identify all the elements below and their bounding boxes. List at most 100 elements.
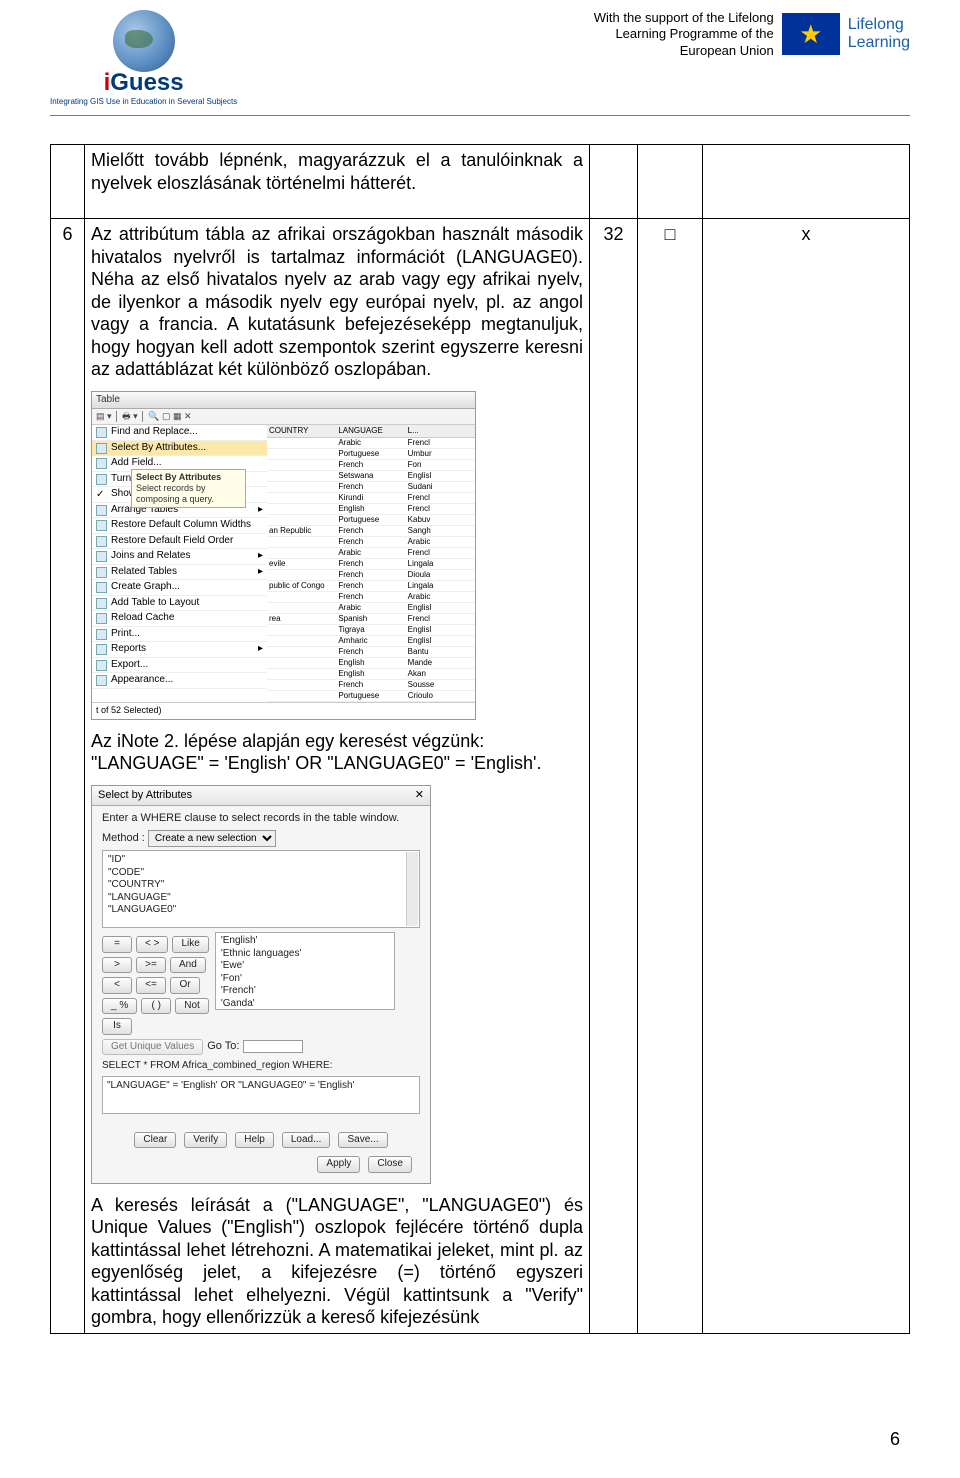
operator-button[interactable]: _ %: [102, 998, 137, 1015]
table-row[interactable]: public of CongoFrenchLingala: [267, 581, 475, 592]
table-row[interactable]: PortugueseCrioulo: [267, 691, 475, 702]
support-line2: Learning Programme of the: [594, 26, 774, 42]
row2-col5: x: [703, 219, 910, 1334]
method-select[interactable]: Create a new selection: [148, 830, 276, 847]
column-header[interactable]: COUNTRY: [267, 425, 336, 437]
logo-rest: uess: [129, 69, 184, 96]
row1-col3: [590, 145, 638, 219]
operator-button[interactable]: ( ): [141, 998, 171, 1015]
table-row[interactable]: FrenchSudani: [267, 482, 475, 493]
field-item[interactable]: "LANGUAGE0": [108, 904, 414, 917]
menu-icon: [96, 505, 107, 516]
menu-find-replace[interactable]: Find and Replace...: [92, 425, 267, 441]
operator-button[interactable]: And: [170, 957, 206, 974]
table-row[interactable]: FrenchArabic: [267, 537, 475, 548]
table-row[interactable]: EnglishAkan: [267, 669, 475, 680]
logo-text: iGuess: [104, 69, 184, 97]
value-item[interactable]: 'English': [221, 935, 389, 948]
operator-button[interactable]: Like: [172, 936, 208, 953]
help-button[interactable]: Help: [235, 1132, 274, 1149]
value-item[interactable]: 'Ewe': [221, 960, 389, 973]
apply-button[interactable]: Apply: [317, 1156, 360, 1173]
table-row[interactable]: TigrayaEnglisl: [267, 625, 475, 636]
menu-icon: [96, 582, 107, 593]
menu-item[interactable]: Restore Default Column Widths: [92, 518, 267, 534]
table-row[interactable]: ArabicEnglisl: [267, 603, 475, 614]
row1-text: Mielőtt tovább lépnénk, magyarázzuk el a…: [91, 149, 583, 194]
verify-button[interactable]: Verify: [184, 1132, 227, 1149]
get-unique-values-button[interactable]: Get Unique Values: [102, 1039, 203, 1056]
table-toolbar: ▤ ▾ │ 🖶 ▾ │ 🔍 ▢ ▦ ✕: [92, 409, 475, 425]
expression-box[interactable]: "LANGUAGE" = 'English' OR "LANGUAGE0" = …: [102, 1076, 420, 1114]
row2-para: Az attribútum tábla az afrikai országokb…: [91, 223, 583, 381]
lifelong1: Lifelong: [848, 16, 910, 34]
menu-item[interactable]: Export...: [92, 658, 267, 674]
table-row[interactable]: EnglishMande: [267, 658, 475, 669]
menu-item[interactable]: Create Graph...: [92, 580, 267, 596]
value-item[interactable]: 'Ganda': [221, 998, 389, 1011]
save--button[interactable]: Save...: [338, 1132, 387, 1149]
table-row[interactable]: FrenchSousse: [267, 680, 475, 691]
menu-item[interactable]: Appearance...: [92, 673, 267, 689]
clear-button[interactable]: Clear: [134, 1132, 176, 1149]
column-header[interactable]: LANGUAGE: [336, 425, 405, 437]
find-icon: [96, 427, 107, 438]
operator-button[interactable]: =: [102, 936, 132, 953]
menu-item[interactable]: Restore Default Field Order: [92, 534, 267, 550]
chevron-right-icon: ▸: [258, 550, 263, 563]
table-row[interactable]: reaSpanishFrencl: [267, 614, 475, 625]
table-row[interactable]: AmharicEnglisl: [267, 636, 475, 647]
table-row[interactable]: SetswanaEnglisl: [267, 471, 475, 482]
menu-select-by-attributes[interactable]: Select By Attributes...: [92, 441, 267, 457]
lifelong2: Learning: [848, 34, 910, 52]
menu-item[interactable]: Print...: [92, 627, 267, 643]
table-row[interactable]: FrenchFon: [267, 460, 475, 471]
operator-button[interactable]: Or: [170, 977, 200, 994]
value-item[interactable]: 'Ethnic languages': [221, 948, 389, 961]
operator-button[interactable]: >=: [136, 957, 166, 974]
operator-button[interactable]: Not: [175, 998, 209, 1015]
close-button[interactable]: Close: [368, 1156, 412, 1173]
operator-button[interactable]: <: [102, 977, 132, 994]
table-row[interactable]: PortugueseKabuv: [267, 515, 475, 526]
load--button[interactable]: Load...: [282, 1132, 331, 1149]
menu-icon: [96, 629, 107, 640]
table-row[interactable]: ArabicFrencl: [267, 548, 475, 559]
menu-icon: ✓: [96, 489, 107, 500]
close-icon[interactable]: ✕: [415, 789, 424, 803]
menu-item[interactable]: Joins and Relates▸: [92, 549, 267, 565]
values-listbox[interactable]: 'English''Ethnic languages''Ewe''Fon''Fr…: [215, 932, 395, 1010]
table-row[interactable]: KirundiFrencl: [267, 493, 475, 504]
table-row[interactable]: PortugueseUmbur: [267, 449, 475, 460]
table-row[interactable]: evileFrenchLingala: [267, 559, 475, 570]
column-header[interactable]: L...: [406, 425, 475, 437]
value-item[interactable]: 'Fon': [221, 973, 389, 986]
fields-listbox[interactable]: "ID""CODE""COUNTRY""LANGUAGE""LANGUAGE0": [102, 850, 420, 928]
field-item[interactable]: "COUNTRY": [108, 879, 414, 892]
menu-item[interactable]: Add Table to Layout: [92, 596, 267, 612]
table-row[interactable]: FrenchArabic: [267, 592, 475, 603]
row2-num: 6: [51, 219, 85, 1334]
goto-input[interactable]: [243, 1040, 303, 1053]
menu-icon: [96, 536, 107, 547]
field-item[interactable]: "ID": [108, 854, 414, 867]
menu-item[interactable]: Reports▸: [92, 642, 267, 658]
field-item[interactable]: "LANGUAGE": [108, 892, 414, 905]
table-row[interactable]: FrenchDioula: [267, 570, 475, 581]
table-row[interactable]: FrenchBantu: [267, 647, 475, 658]
operator-button[interactable]: < >: [136, 936, 168, 953]
table-context-menu: Find and Replace... Select By Attributes…: [92, 425, 267, 702]
is-button[interactable]: Is: [102, 1018, 132, 1035]
menu-item[interactable]: Reload Cache: [92, 611, 267, 627]
table-row[interactable]: ArabicFrencl: [267, 438, 475, 449]
menu-item[interactable]: Related Tables▸: [92, 565, 267, 581]
page-content: Mielőtt tovább lépnénk, magyarázzuk el a…: [0, 116, 960, 1334]
table-row[interactable]: an RepublicFrenchSangh: [267, 526, 475, 537]
table-row[interactable]: EnglishFrencl: [267, 504, 475, 515]
operator-button[interactable]: >: [102, 957, 132, 974]
value-item[interactable]: 'French': [221, 985, 389, 998]
field-item[interactable]: "CODE": [108, 867, 414, 880]
scrollbar[interactable]: [406, 852, 418, 926]
globe-icon: [113, 10, 175, 72]
operator-button[interactable]: <=: [136, 977, 166, 994]
